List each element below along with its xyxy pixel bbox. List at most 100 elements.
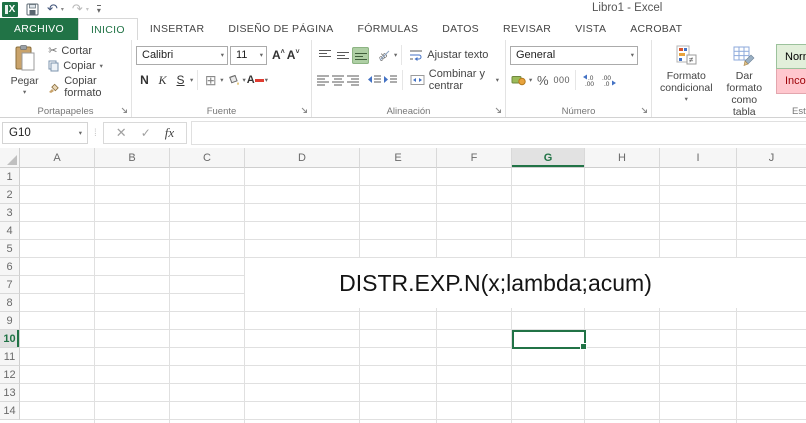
align-left-icon[interactable] <box>316 72 330 89</box>
row-header-9[interactable]: 9 <box>0 312 20 330</box>
underline-dropdown-icon[interactable]: ▾ <box>190 76 193 84</box>
format-as-table-button[interactable]: Dar formato como tabla ▾ <box>717 43 772 117</box>
column-header-I[interactable]: I <box>660 148 737 168</box>
merge-center-dropdown-icon[interactable]: ▾ <box>496 76 499 84</box>
row-header-12[interactable]: 12 <box>0 366 20 384</box>
conditional-formatting-button[interactable]: ≠ Formato condicional ▾ <box>656 43 717 104</box>
row-header-11[interactable]: 11 <box>0 348 20 366</box>
fill-color-dropdown-icon[interactable]: ▾ <box>243 76 246 84</box>
align-right-icon[interactable] <box>346 72 360 89</box>
row-header-5[interactable]: 5 <box>0 240 20 258</box>
percent-style-button[interactable]: % <box>534 72 551 89</box>
increase-indent-icon[interactable] <box>383 72 398 89</box>
number-format-select[interactable]: General ▾ <box>510 45 638 65</box>
clipboard-dialog-launcher-icon[interactable] <box>120 106 129 115</box>
column-header-B[interactable]: B <box>95 148 170 168</box>
insert-function-button[interactable]: fx <box>165 125 174 141</box>
formula-bar-buttons: ✕ ✓ fx <box>102 122 188 144</box>
wrap-text-button[interactable]: Ajustar texto <box>406 48 491 62</box>
increase-decimal-icon[interactable]: .0.00 <box>581 72 598 89</box>
row-header-6[interactable]: 6 <box>0 258 20 276</box>
name-box[interactable]: G10 ▾ <box>2 122 88 144</box>
row-header-1[interactable]: 1 <box>0 168 20 186</box>
format-painter-icon <box>48 81 60 93</box>
font-dialog-launcher-icon[interactable] <box>300 106 309 115</box>
row-header-7[interactable]: 7 <box>0 276 20 294</box>
font-name-select[interactable]: Calibri ▾ <box>136 45 228 65</box>
tab-diseno-de-pagina[interactable]: DISEÑO DE PÁGINA <box>216 18 345 40</box>
customize-qat-icon[interactable]: ▾ <box>96 4 101 14</box>
column-header-A[interactable]: A <box>20 148 95 168</box>
paste-dropdown-icon[interactable]: ▾ <box>23 87 26 99</box>
group-label-styles: Estilos <box>792 106 806 117</box>
tab-formulas[interactable]: FÓRMULAS <box>346 18 431 40</box>
alignment-dialog-launcher-icon[interactable] <box>494 106 503 115</box>
tab-archivo[interactable]: ARCHIVO <box>0 18 78 40</box>
orientation-icon[interactable]: ab <box>376 47 393 64</box>
column-header-F[interactable]: F <box>437 148 512 168</box>
accounting-dropdown-icon[interactable]: ▾ <box>529 76 532 84</box>
tab-datos[interactable]: DATOS <box>430 18 491 40</box>
font-size-select[interactable]: 11 ▾ <box>230 45 267 65</box>
select-all-corner[interactable] <box>0 148 20 168</box>
row-header-3[interactable]: 3 <box>0 204 20 222</box>
decrease-font-size-button[interactable]: A˅ <box>287 48 300 62</box>
cell-style-incorrecto[interactable]: Incorrecto <box>776 69 806 94</box>
bold-button[interactable]: N <box>136 72 153 89</box>
cut-button[interactable]: ✂ Cortar <box>45 43 128 58</box>
tab-revisar[interactable]: REVISAR <box>491 18 563 40</box>
accounting-format-icon[interactable] <box>510 72 527 89</box>
row-header-14[interactable]: 14 <box>0 402 20 420</box>
decrease-decimal-icon[interactable]: .00.0 <box>600 72 617 89</box>
name-box-dropdown-icon[interactable]: ▾ <box>79 129 82 137</box>
undo-dropdown-icon[interactable]: ▾ <box>61 6 64 13</box>
copy-dropdown-icon[interactable]: ▾ <box>100 62 103 70</box>
tab-acrobat[interactable]: ACROBAT <box>618 18 694 40</box>
align-top-icon[interactable] <box>316 47 333 64</box>
decrease-indent-icon[interactable] <box>367 72 382 89</box>
merge-center-button[interactable]: Combinar y centrar ▾ <box>407 67 502 93</box>
row-header-2[interactable]: 2 <box>0 186 20 204</box>
excel-app-icon[interactable]: X <box>2 1 18 17</box>
tab-insertar[interactable]: INSERTAR <box>138 18 217 40</box>
align-bottom-icon[interactable] <box>352 46 369 64</box>
tab-vista[interactable]: VISTA <box>563 18 618 40</box>
column-header-G[interactable]: G <box>512 148 585 168</box>
undo-icon[interactable]: ↶ <box>47 2 58 16</box>
conditional-formatting-dropdown-icon[interactable]: ▾ <box>685 94 688 106</box>
gridline <box>20 203 806 204</box>
underline-button[interactable]: S <box>172 72 189 89</box>
tab-inicio[interactable]: INICIO <box>77 18 138 40</box>
borders-icon[interactable]: ⊞ <box>202 72 219 89</box>
row-header-13[interactable]: 13 <box>0 384 20 402</box>
column-header-C[interactable]: C <box>170 148 245 168</box>
italic-button[interactable]: K <box>154 72 171 89</box>
font-color-dropdown-icon[interactable]: ▾ <box>265 76 268 84</box>
row-header-8[interactable]: 8 <box>0 294 20 312</box>
comma-style-button[interactable]: 000 <box>553 72 570 89</box>
cancel-icon[interactable]: ✕ <box>116 125 127 141</box>
increase-font-size-button[interactable]: A˄ <box>272 48 285 62</box>
row-header-4[interactable]: 4 <box>0 222 20 240</box>
format-painter-button[interactable]: Copiar formato <box>45 74 128 100</box>
copy-button[interactable]: Copiar ▾ <box>45 59 128 73</box>
row-header-10[interactable]: 10 <box>0 330 20 348</box>
number-dialog-launcher-icon[interactable] <box>640 106 649 115</box>
cell-style-normal[interactable]: Normal <box>776 44 806 69</box>
font-color-button[interactable]: A <box>247 72 264 89</box>
save-icon[interactable] <box>26 3 39 16</box>
column-header-E[interactable]: E <box>360 148 437 168</box>
column-header-J[interactable]: J <box>737 148 806 168</box>
fill-color-icon[interactable] <box>225 72 242 89</box>
selected-cell-G10[interactable] <box>512 330 587 350</box>
align-center-icon[interactable] <box>331 72 345 89</box>
align-middle-icon[interactable] <box>334 47 351 64</box>
column-header-H[interactable]: H <box>585 148 660 168</box>
column-header-D[interactable]: D <box>245 148 360 168</box>
borders-dropdown-icon[interactable]: ▾ <box>220 76 223 84</box>
orientation-dropdown-icon[interactable]: ▾ <box>394 51 397 59</box>
enter-icon[interactable]: ✓ <box>141 126 151 140</box>
formula-input[interactable] <box>191 121 806 145</box>
paste-button[interactable]: Pegar ▾ <box>4 43 45 104</box>
format-as-table-icon <box>733 45 755 67</box>
